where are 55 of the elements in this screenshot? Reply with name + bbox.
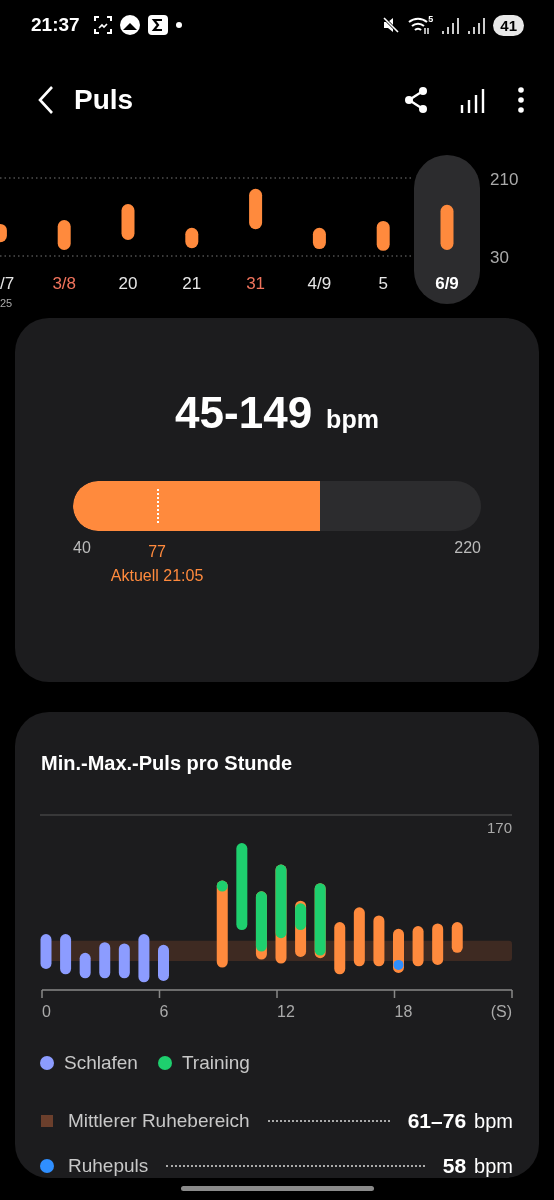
- share-icon[interactable]: [404, 87, 428, 113]
- heart-rate-range: 45-149: [175, 388, 313, 438]
- axis-label: 30: [490, 248, 509, 267]
- day-label[interactable]: 4/9: [307, 274, 332, 293]
- more-icon[interactable]: [518, 87, 524, 113]
- stat-value: 58: [442, 1154, 467, 1178]
- screenshot-icon: [93, 16, 112, 34]
- stat-value: 61–76: [407, 1109, 467, 1133]
- dot-icon: [175, 22, 182, 28]
- day-label[interactable]: 5: [378, 274, 388, 293]
- heart-rate-bar: [121, 204, 135, 240]
- day-label[interactable]: 21: [182, 274, 202, 293]
- axis-label: (S): [490, 1003, 512, 1020]
- axis-label: 6: [159, 1003, 169, 1020]
- card-title: Min.-Max.-Puls pro Stunde: [40, 751, 294, 776]
- signal-icon: [467, 16, 486, 34]
- legend-label: Training: [181, 1052, 250, 1074]
- day-label[interactable]: /7: [0, 274, 15, 293]
- unit-label: bpm: [326, 405, 379, 434]
- axis-label: 18: [394, 1003, 413, 1020]
- heart-rate-bar: [312, 227, 326, 250]
- unit-label: bpm: [474, 1109, 513, 1133]
- mute-icon: [382, 16, 401, 34]
- day-label[interactable]: 6/9: [435, 274, 459, 293]
- heart-rate-bar: [185, 227, 199, 249]
- axis-label: 170: [486, 819, 512, 836]
- battery-level: 41: [493, 14, 524, 36]
- day-label[interactable]: 20: [118, 274, 138, 293]
- current-value: 77: [148, 543, 166, 561]
- day-label[interactable]: 31: [246, 274, 266, 293]
- signal-icon: [441, 16, 460, 34]
- current-caption: Aktuell 21:05: [110, 567, 204, 585]
- network-label: 5: [428, 14, 434, 24]
- axis-label: 0: [42, 1003, 51, 1020]
- stat-label: Ruhepuls: [68, 1155, 149, 1177]
- day-label[interactable]: 3/8: [52, 274, 76, 293]
- wifi-icon: [408, 16, 431, 34]
- heart-rate-bar: [57, 220, 71, 250]
- heart-rate-bar: [376, 220, 390, 251]
- stat-label: Mittlerer Ruhebereich: [68, 1110, 250, 1132]
- status-time: 21:37: [31, 14, 80, 36]
- year-label: 25: [0, 297, 13, 309]
- heart-rate-bar: [249, 188, 263, 230]
- legend-label: Schlafen: [64, 1052, 138, 1074]
- sigma-icon: [147, 15, 168, 35]
- scale-max: 220: [454, 539, 481, 557]
- axis-label: 210: [490, 170, 519, 189]
- app-icon: [119, 15, 140, 35]
- page-title: Puls: [74, 84, 135, 116]
- back-icon[interactable]: [38, 86, 54, 114]
- bar-chart-icon[interactable]: [460, 87, 486, 113]
- axis-label: 12: [277, 1003, 295, 1020]
- scale-min: 40: [73, 539, 91, 557]
- heart-rate-bar: [0, 223, 7, 243]
- unit-label: bpm: [474, 1154, 513, 1178]
